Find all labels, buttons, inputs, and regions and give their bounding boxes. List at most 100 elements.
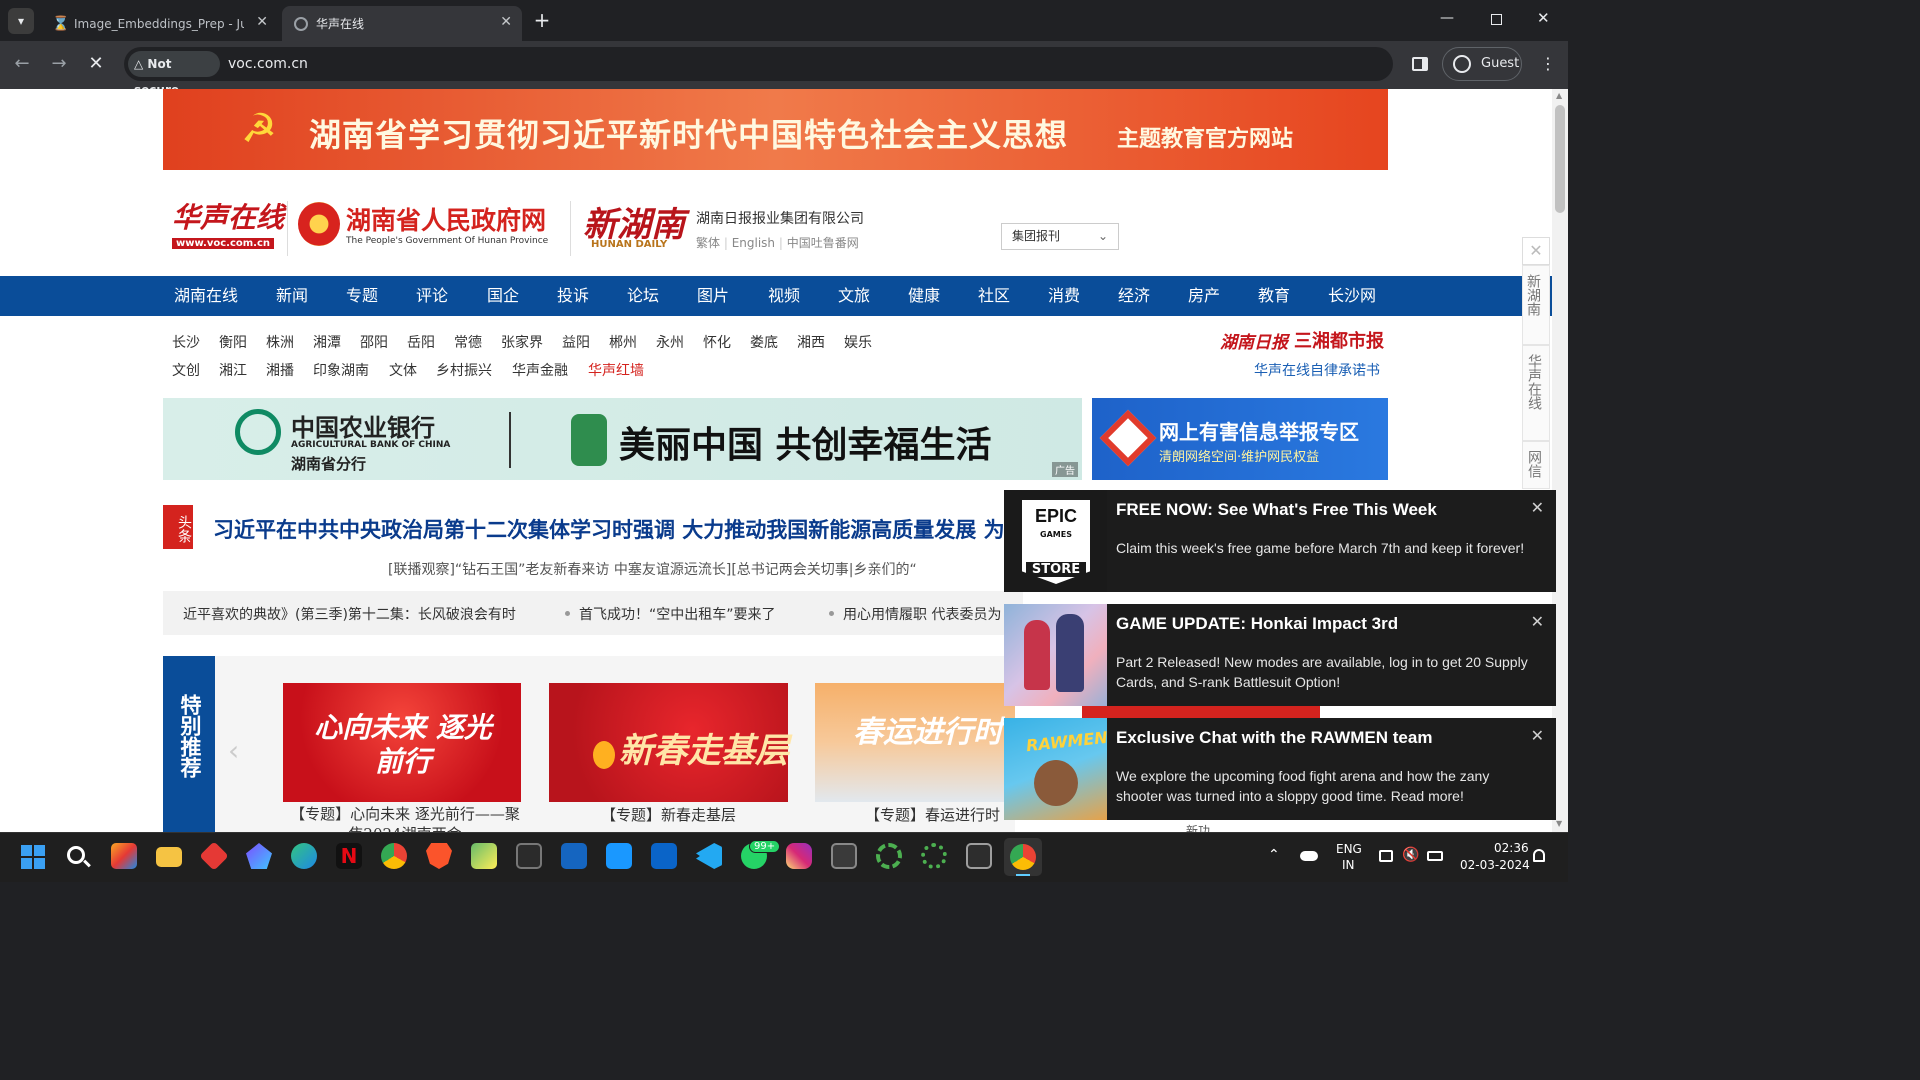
menu-icon[interactable]: ⋮: [1540, 54, 1556, 73]
restore-button[interactable]: [1491, 14, 1502, 25]
nav-item[interactable]: 投诉: [538, 276, 608, 316]
feature-card-2[interactable]: 新春走基层: [549, 683, 789, 802]
gov-site-title[interactable]: 湖南省人民政府网: [346, 201, 546, 237]
close-icon[interactable]: ✕: [1531, 498, 1544, 517]
nav-item[interactable]: 长沙网: [1315, 276, 1389, 316]
security-chip[interactable]: △ Not secure: [128, 51, 220, 97]
turpan-link[interactable]: 中国吐鲁番网: [787, 236, 859, 250]
city-link[interactable]: 永州: [656, 332, 684, 352]
pledge-link[interactable]: 华声在线自律承诺书: [1254, 360, 1380, 380]
tab-voc[interactable]: 华声在线 ✕: [282, 6, 522, 41]
chrome-active-icon[interactable]: [1004, 838, 1042, 876]
voc-logo[interactable]: 华声在线 www.voc.com.cn: [172, 196, 284, 254]
tray-chevron-up-icon[interactable]: ⌃: [1268, 847, 1280, 863]
nav-item[interactable]: 社区: [959, 276, 1029, 316]
close-icon[interactable]: ✕: [1531, 612, 1544, 631]
feature-card-1[interactable]: 心向未来 逐光前行: [283, 683, 521, 802]
battery-icon[interactable]: [1427, 851, 1443, 861]
side-panel-icon[interactable]: [1412, 57, 1428, 71]
nav-item[interactable]: 湖南在线: [163, 276, 249, 316]
city-link[interactable]: 株洲: [266, 332, 294, 352]
profile-button[interactable]: Guest: [1442, 47, 1522, 81]
headline-link[interactable]: 习近平在中共中央政治局第十二次集体学习时强调 大力推动我国新能源高质量发展 为共…: [213, 514, 1047, 544]
city-link[interactable]: 印象湖南: [313, 360, 369, 380]
carousel-prev-icon[interactable]: ‹: [228, 734, 239, 767]
float-link-xinhunan[interactable]: 新湖南: [1522, 265, 1550, 345]
float-link-wangxin[interactable]: 网信: [1522, 441, 1550, 489]
hunan-daily-logo[interactable]: 湖南日报: [1220, 328, 1288, 353]
nav-item[interactable]: 新闻: [257, 276, 327, 316]
netflix-icon[interactable]: N: [336, 843, 362, 869]
volume-muted-icon[interactable]: 🔇: [1402, 847, 1419, 863]
feature-card-3[interactable]: 春运进行时: [815, 683, 1015, 802]
back-icon[interactable]: ←: [10, 52, 34, 76]
prime-video-icon[interactable]: [606, 843, 632, 869]
blue-app-icon[interactable]: [561, 843, 587, 869]
forward-icon[interactable]: →: [47, 52, 71, 76]
card-caption[interactable]: 【专题】心向未来 逐光前行——聚焦2024湖南两会: [283, 804, 527, 832]
english-link[interactable]: English: [732, 236, 775, 250]
close-window-button[interactable]: ✕: [1537, 9, 1550, 27]
card-caption[interactable]: 【专题】春运进行时: [865, 804, 1000, 825]
city-link[interactable]: 华声红墙: [588, 360, 644, 380]
ticker-item[interactable]: 首飞成功！“空中出租车”要来了: [579, 604, 776, 624]
city-link[interactable]: 文创: [172, 360, 200, 380]
nav-item[interactable]: 评论: [397, 276, 467, 316]
scroll-down-icon[interactable]: ▼: [1556, 819, 1562, 828]
nav-item[interactable]: 文旅: [819, 276, 889, 316]
city-link[interactable]: 湘西: [797, 332, 825, 352]
city-link[interactable]: 衡阳: [219, 332, 247, 352]
stop-icon[interactable]: ✕: [84, 52, 108, 76]
tab-jupyter[interactable]: ⌛ Image_Embeddings_Prep - Jupy ✕: [40, 6, 278, 41]
language-indicator[interactable]: ENG: [1336, 842, 1362, 856]
close-icon[interactable]: ✕: [1531, 726, 1544, 745]
nav-item[interactable]: 图片: [678, 276, 748, 316]
city-link[interactable]: 湘潭: [313, 332, 341, 352]
agri-bank-ad[interactable]: 中国农业银行 AGRICULTURAL BANK OF CHINA 湖南省分行 …: [163, 398, 1082, 480]
city-link[interactable]: 娄底: [750, 332, 778, 352]
nav-item[interactable]: 健康: [889, 276, 959, 316]
outlook-icon[interactable]: [651, 843, 677, 869]
city-link[interactable]: 长沙: [172, 332, 200, 352]
city-link[interactable]: 华声金融: [512, 360, 568, 380]
city-link[interactable]: 益阳: [562, 332, 590, 352]
nav-item[interactable]: 专题: [327, 276, 397, 316]
nav-item[interactable]: 论坛: [608, 276, 678, 316]
loading-green-icon-2[interactable]: [921, 843, 947, 869]
float-close-icon[interactable]: ✕: [1522, 237, 1550, 265]
store-icon[interactable]: [111, 843, 137, 869]
scroll-up-icon[interactable]: ▲: [1556, 91, 1562, 100]
network-icon[interactable]: [1379, 850, 1393, 862]
city-link[interactable]: 文体: [389, 360, 417, 380]
notification-honkai[interactable]: GAME UPDATE: Honkai Impact 3rd Part 2 Re…: [1004, 604, 1556, 706]
group-papers-dropdown[interactable]: 集团报刊 ⌄: [1001, 223, 1119, 250]
nav-item[interactable]: 教育: [1239, 276, 1309, 316]
city-link[interactable]: 张家界: [501, 332, 543, 352]
theme-banner[interactable]: ☭ 湖南省学习贯彻习近平新时代中国特色社会主义思想 主题教育官方网站: [163, 89, 1388, 170]
report-zone-ad[interactable]: 网上有害信息举报专区 清朗网络空间·维护网民权益: [1092, 398, 1388, 480]
nav-item[interactable]: 房产: [1169, 276, 1239, 316]
file-explorer-icon[interactable]: [156, 847, 182, 867]
notification-rawmen[interactable]: RAWMEN Exclusive Chat with the RAWMEN te…: [1004, 718, 1556, 820]
clock-date[interactable]: 02-03-2024: [1460, 858, 1530, 872]
loading-green-icon[interactable]: [876, 843, 902, 869]
address-bar[interactable]: △ Not secure voc.com.cn: [124, 47, 1393, 97]
notification-epic[interactable]: EPIC GAMES STORE FREE NOW: See What's Fr…: [1004, 490, 1556, 592]
calculator-icon[interactable]: [831, 843, 857, 869]
terminal-icon[interactable]: [516, 843, 542, 869]
nav-item[interactable]: 国企: [468, 276, 538, 316]
ticker-item[interactable]: 用心用情履职 代表委员为: [843, 604, 1001, 624]
headline-subtitle[interactable]: [联播观察]“钻石王国”老友新春来访 中塞友谊源远流长][总书记两会关切事|乡亲…: [388, 559, 917, 579]
city-link[interactable]: 娱乐: [844, 332, 872, 352]
sanxiang-logo[interactable]: 三湘都市报: [1294, 327, 1384, 353]
float-link-voc[interactable]: 华声在线: [1522, 345, 1550, 441]
nav-item[interactable]: 经济: [1099, 276, 1169, 316]
traditional-link[interactable]: 繁体: [696, 236, 720, 250]
city-link[interactable]: 乡村振兴: [436, 360, 492, 380]
close-icon[interactable]: ✕: [256, 14, 268, 30]
city-link[interactable]: 岳阳: [407, 332, 435, 352]
city-link[interactable]: 湘播: [266, 360, 294, 380]
scroll-thumb[interactable]: [1555, 105, 1565, 213]
ticker-item[interactable]: 近平喜欢的典故》(第三季)第十二集：长风破浪会有时: [183, 604, 516, 624]
notification-bell-icon[interactable]: [1533, 849, 1545, 862]
